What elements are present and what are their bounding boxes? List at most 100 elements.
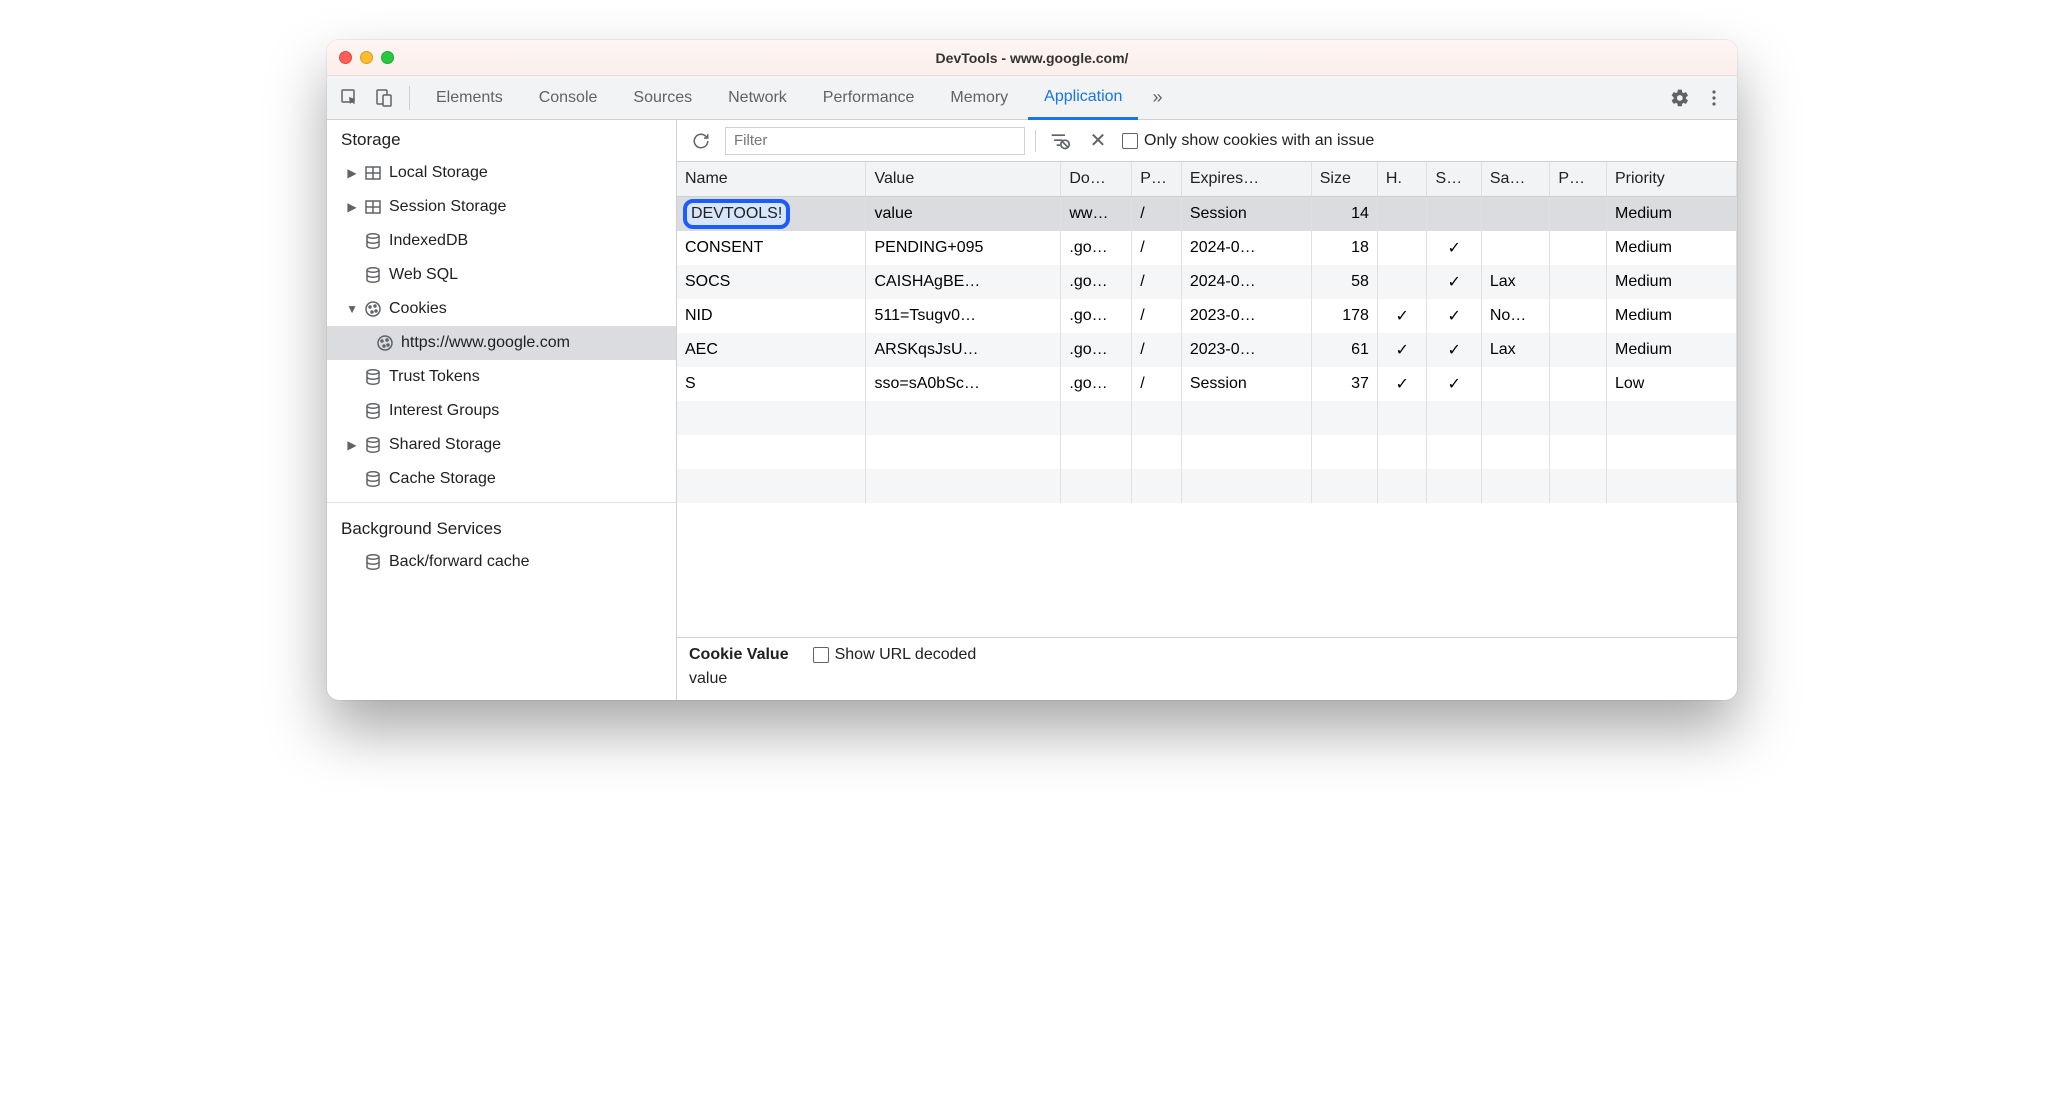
column-header[interactable]: Name bbox=[677, 162, 866, 196]
cell-value[interactable]: ARSKqsJsU… bbox=[866, 333, 1061, 367]
column-header[interactable]: P… bbox=[1132, 162, 1182, 196]
column-header[interactable]: H. bbox=[1377, 162, 1427, 196]
cell-size[interactable]: 37 bbox=[1311, 367, 1377, 401]
cell-p[interactable] bbox=[1550, 231, 1607, 265]
cell-expires[interactable]: 2024-0… bbox=[1181, 265, 1311, 299]
sidebar-item-shared-storage[interactable]: ▶Shared Storage bbox=[327, 428, 676, 462]
cell-name[interactable]: AEC bbox=[677, 333, 866, 367]
tab-elements[interactable]: Elements bbox=[420, 76, 519, 120]
column-header[interactable]: S… bbox=[1427, 162, 1481, 196]
cell-expires[interactable]: Session bbox=[1181, 196, 1311, 231]
sidebar-item-cookies[interactable]: ▼Cookies bbox=[327, 292, 676, 326]
sidebar-item-session-storage[interactable]: ▶Session Storage bbox=[327, 190, 676, 224]
cell-p[interactable] bbox=[1550, 196, 1607, 231]
cell-s[interactable]: ✓ bbox=[1427, 231, 1481, 265]
cell-h[interactable] bbox=[1377, 265, 1427, 299]
device-toggle-icon[interactable] bbox=[369, 83, 399, 113]
cell-value[interactable]: sso=sA0bSc… bbox=[866, 367, 1061, 401]
cell-domain[interactable]: .go… bbox=[1061, 367, 1132, 401]
cell-h[interactable]: ✓ bbox=[1377, 333, 1427, 367]
cell-path[interactable]: / bbox=[1132, 265, 1182, 299]
cell-name[interactable]: DEVTOOLS! bbox=[677, 196, 866, 231]
cell-size[interactable]: 178 bbox=[1311, 299, 1377, 333]
cell-value[interactable]: 511=Tsugv0… bbox=[866, 299, 1061, 333]
cell-domain[interactable]: .go… bbox=[1061, 333, 1132, 367]
column-header[interactable]: Do… bbox=[1061, 162, 1132, 196]
sidebar-item-cache-storage[interactable]: Cache Storage bbox=[327, 462, 676, 496]
cookies-table[interactable]: NameValueDo…P…Expires…SizeH.S…Sa…P…Prior… bbox=[677, 162, 1737, 638]
table-row[interactable]: CONSENTPENDING+095.go…/2024-0…18 ✓ Medium bbox=[677, 231, 1737, 265]
cell-path[interactable]: / bbox=[1132, 367, 1182, 401]
cell-h[interactable] bbox=[1377, 231, 1427, 265]
sidebar-item-web-sql[interactable]: Web SQL bbox=[327, 258, 676, 292]
cell-p[interactable] bbox=[1550, 299, 1607, 333]
tab-sources[interactable]: Sources bbox=[617, 76, 708, 120]
tab-network[interactable]: Network bbox=[712, 76, 803, 120]
column-header[interactable]: Sa… bbox=[1481, 162, 1550, 196]
cell-value[interactable]: PENDING+095 bbox=[866, 231, 1061, 265]
cell-sa[interactable]: No… bbox=[1481, 299, 1550, 333]
cell-domain[interactable]: .go… bbox=[1061, 265, 1132, 299]
sidebar-item-local-storage[interactable]: ▶Local Storage bbox=[327, 156, 676, 190]
column-header[interactable]: Expires… bbox=[1181, 162, 1311, 196]
sidebar-item-cookie-origin[interactable]: https://www.google.com bbox=[327, 326, 676, 360]
cell-p[interactable] bbox=[1550, 265, 1607, 299]
cell-size[interactable]: 58 bbox=[1311, 265, 1377, 299]
cell-s[interactable] bbox=[1427, 196, 1481, 231]
cell-s[interactable]: ✓ bbox=[1427, 367, 1481, 401]
only-issue-checkbox[interactable]: Only show cookies with an issue bbox=[1122, 132, 1374, 150]
clear-all-icon[interactable]: ✕ bbox=[1084, 127, 1112, 155]
cell-h[interactable]: ✓ bbox=[1377, 299, 1427, 333]
tab-memory[interactable]: Memory bbox=[934, 76, 1024, 120]
cell-size[interactable]: 14 bbox=[1311, 196, 1377, 231]
cell-p[interactable] bbox=[1550, 367, 1607, 401]
table-row[interactable]: AECARSKqsJsU….go…/2023-0…61✓✓LaxMedium bbox=[677, 333, 1737, 367]
cell-value[interactable]: value bbox=[866, 196, 1061, 231]
sidebar-item-trust-tokens[interactable]: Trust Tokens bbox=[327, 360, 676, 394]
cell-expires[interactable]: Session bbox=[1181, 367, 1311, 401]
table-row[interactable]: Ssso=sA0bSc….go…/Session37✓✓Low bbox=[677, 367, 1737, 401]
more-tabs-icon[interactable]: » bbox=[1142, 83, 1172, 113]
sidebar-item-back-forward-cache[interactable]: Back/forward cache bbox=[327, 545, 676, 579]
cell-name[interactable]: SOCS bbox=[677, 265, 866, 299]
tab-application[interactable]: Application bbox=[1028, 76, 1138, 120]
sidebar-item-interest-groups[interactable]: Interest Groups bbox=[327, 394, 676, 428]
cell-path[interactable]: / bbox=[1132, 299, 1182, 333]
cell-name[interactable]: NID bbox=[677, 299, 866, 333]
inspect-element-icon[interactable] bbox=[335, 83, 365, 113]
cell-priority[interactable]: Medium bbox=[1607, 299, 1737, 333]
tab-console[interactable]: Console bbox=[523, 76, 614, 120]
cell-h[interactable]: ✓ bbox=[1377, 367, 1427, 401]
column-header[interactable]: Priority bbox=[1607, 162, 1737, 196]
cell-priority[interactable]: Medium bbox=[1607, 333, 1737, 367]
cell-s[interactable]: ✓ bbox=[1427, 265, 1481, 299]
cell-expires[interactable]: 2024-0… bbox=[1181, 231, 1311, 265]
cell-priority[interactable]: Medium bbox=[1607, 265, 1737, 299]
cell-path[interactable]: / bbox=[1132, 196, 1182, 231]
cell-sa[interactable] bbox=[1481, 231, 1550, 265]
cell-expires[interactable]: 2023-0… bbox=[1181, 299, 1311, 333]
cell-domain[interactable]: ww… bbox=[1061, 196, 1132, 231]
cell-sa[interactable] bbox=[1481, 196, 1550, 231]
filter-input[interactable] bbox=[725, 127, 1025, 155]
clear-filter-icon[interactable] bbox=[1046, 127, 1074, 155]
cell-size[interactable]: 61 bbox=[1311, 333, 1377, 367]
table-row[interactable]: DEVTOOLS!valueww…/Session14 Medium bbox=[677, 196, 1737, 231]
table-row[interactable]: NID511=Tsugv0….go…/2023-0…178✓✓No…Medium bbox=[677, 299, 1737, 333]
cell-priority[interactable]: Low bbox=[1607, 367, 1737, 401]
settings-icon[interactable] bbox=[1665, 83, 1695, 113]
cell-name[interactable]: CONSENT bbox=[677, 231, 866, 265]
kebab-menu-icon[interactable] bbox=[1699, 83, 1729, 113]
column-header[interactable]: Value bbox=[866, 162, 1061, 196]
cell-priority[interactable]: Medium bbox=[1607, 231, 1737, 265]
cell-sa[interactable] bbox=[1481, 367, 1550, 401]
cell-path[interactable]: / bbox=[1132, 231, 1182, 265]
refresh-icon[interactable] bbox=[687, 127, 715, 155]
cell-sa[interactable]: Lax bbox=[1481, 265, 1550, 299]
cell-name[interactable]: S bbox=[677, 367, 866, 401]
cell-domain[interactable]: .go… bbox=[1061, 231, 1132, 265]
cell-value[interactable]: CAISHAgBE… bbox=[866, 265, 1061, 299]
cell-priority[interactable]: Medium bbox=[1607, 196, 1737, 231]
cell-size[interactable]: 18 bbox=[1311, 231, 1377, 265]
sidebar-item-indexeddb[interactable]: IndexedDB bbox=[327, 224, 676, 258]
